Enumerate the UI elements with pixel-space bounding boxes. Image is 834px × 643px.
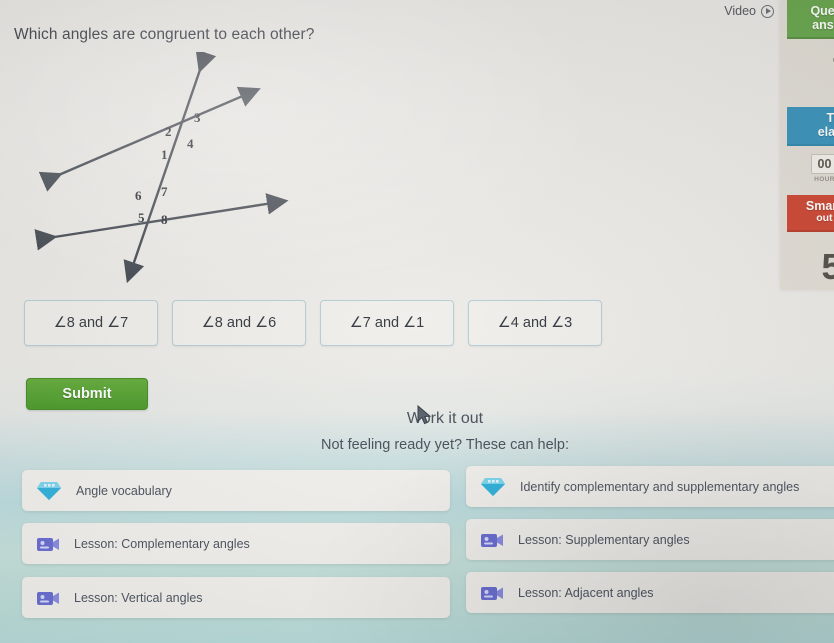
timer-hour-value: 00 <box>810 154 834 174</box>
timer-hour-unit: HOUR <box>814 176 834 183</box>
answer-choice-1[interactable]: ∠8 and ∠7 <box>24 300 158 346</box>
angle-label-7: 7 <box>161 184 168 199</box>
resource-card-angle-vocabulary[interactable]: Angle vocabulary <box>22 470 450 511</box>
transversal-line <box>123 52 217 284</box>
smartscore-sub: out of 100 <box>816 212 834 224</box>
video-lesson-icon <box>37 591 59 605</box>
video-lesson-icon <box>481 533 503 547</box>
questions-answered-banner: Questions answered <box>787 0 834 39</box>
video-label: Video <box>724 4 756 18</box>
scoreboard-panel: Questions answered 7 Time elapsed 00 HOU… <box>781 0 834 290</box>
time-elapsed-label-line2: elapsed <box>817 125 834 139</box>
angle-label-5: 5 <box>138 210 145 225</box>
resource-card-lesson-complementary-angles[interactable]: Lesson: Complementary angles <box>22 523 450 564</box>
parallel-line-upper <box>38 86 261 192</box>
resource-card-label: Lesson: Vertical angles <box>74 590 203 605</box>
resource-card-label: Lesson: Adjacent angles <box>518 585 654 600</box>
video-link[interactable]: Video <box>724 4 774 18</box>
angle-label-2: 2 <box>165 124 172 139</box>
answer-choice-2[interactable]: ∠8 and ∠6 <box>172 300 306 346</box>
gem-icon <box>481 477 505 496</box>
resource-card-label: Angle vocabulary <box>76 483 172 498</box>
angle-label-4: 4 <box>187 136 194 151</box>
angles-figure: 1 2 3 4 5 6 7 8 <box>34 52 324 284</box>
answer-choice-3[interactable]: ∠7 and ∠1 <box>320 300 454 346</box>
questions-answered-label-line2: answered <box>812 18 834 32</box>
resource-card-label: Lesson: Complementary angles <box>74 536 250 551</box>
time-elapsed-banner: Time elapsed <box>787 107 834 146</box>
time-elapsed-label-line1: Time <box>826 111 834 125</box>
work-it-out-section: Work it out Not feeling ready yet? These… <box>0 410 834 453</box>
video-lesson-icon <box>481 586 503 600</box>
angle-label-6: 6 <box>135 188 142 203</box>
questions-answered-value: 7 <box>781 39 834 103</box>
play-circle-icon <box>761 4 774 18</box>
resource-card-label: Identify complementary and supplementary… <box>520 479 800 494</box>
smartscore-banner: SmartScore out of 100 <box>787 195 834 232</box>
resource-card-identify-complementary-supplementary-angles[interactable]: Identify complementary and supplementary… <box>466 466 834 507</box>
question-prompt: Which angles are congruent to each other… <box>14 26 315 43</box>
answer-choices: ∠8 and ∠7 ∠8 and ∠6 ∠7 and ∠1 ∠4 and ∠3 <box>24 300 602 346</box>
timer-display: 00 HOUR 08 MINUTE <box>781 146 834 185</box>
questions-answered-label-line1: Questions <box>810 4 834 18</box>
practice-page: Which angles are congruent to each other… <box>0 0 834 643</box>
resource-card-label: Lesson: Supplementary angles <box>518 532 690 547</box>
smartscore-label: SmartScore <box>805 199 834 213</box>
video-lesson-icon <box>37 537 59 551</box>
resource-card-lesson-adjacent-angles[interactable]: Lesson: Adjacent angles <box>466 572 834 613</box>
smartscore-value: 55 <box>821 245 834 287</box>
submit-button[interactable]: Submit <box>26 378 148 410</box>
angles-figure-svg: 1 2 3 4 5 6 7 8 <box>34 52 289 284</box>
timer-hour: 00 HOUR <box>810 154 834 183</box>
answer-choice-4[interactable]: ∠4 and ∠3 <box>468 300 602 346</box>
angle-label-8: 8 <box>161 212 168 227</box>
angle-label-3: 3 <box>194 110 201 125</box>
angle-label-1: 1 <box>161 147 168 162</box>
resource-card-lesson-supplementary-angles[interactable]: Lesson: Supplementary angles <box>466 519 834 560</box>
help-prompt: Not feeling ready yet? These can help: <box>320 437 569 453</box>
work-it-out-title: Work it out <box>406 410 484 427</box>
gem-icon <box>37 481 61 500</box>
resource-card-lesson-vertical-angles[interactable]: Lesson: Vertical angles <box>22 577 450 618</box>
